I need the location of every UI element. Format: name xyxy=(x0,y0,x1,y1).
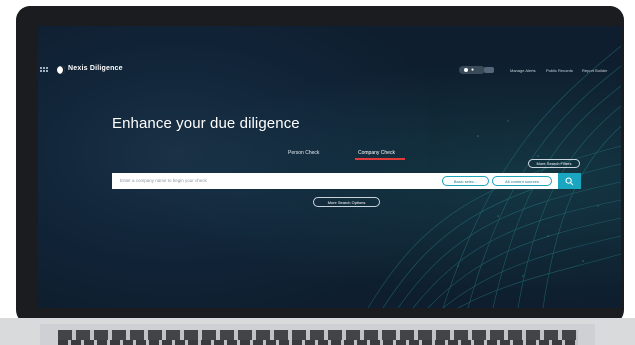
content-sources-label: All content sources xyxy=(505,179,539,184)
nav-report-builder[interactable]: Report Builder xyxy=(582,68,608,73)
logo-icon[interactable] xyxy=(57,66,65,74)
page-title: Enhance your due diligence xyxy=(112,115,300,132)
active-tab-indicator xyxy=(355,158,405,160)
grid-menu-icon[interactable] xyxy=(40,67,48,74)
search-bar: Enter a company name to begin your check… xyxy=(112,173,558,189)
more-search-filters-button[interactable]: More Search Filters xyxy=(528,159,580,168)
search-icon xyxy=(565,177,574,186)
tab-company-check[interactable]: Company Check xyxy=(358,150,395,156)
brand-name[interactable]: Nexis Diligence xyxy=(68,65,123,72)
basic-select-dropdown[interactable]: Basic selec... xyxy=(442,176,489,186)
more-search-options-label: More Search Options xyxy=(327,200,366,205)
content-sources-dropdown[interactable]: All content sources xyxy=(492,176,552,186)
more-search-filters-label: More Search Filters xyxy=(536,161,572,166)
search-input[interactable]: Enter a company name to begin your check xyxy=(120,178,207,183)
search-button[interactable] xyxy=(558,173,581,189)
theme-toggle-icon[interactable]: ● xyxy=(459,66,485,74)
tab-person-check[interactable]: Person Check xyxy=(288,150,319,156)
nav-public-records[interactable]: Public Records xyxy=(546,68,573,73)
nav-manage-alerts[interactable]: Manage Alerts xyxy=(510,68,536,73)
basic-select-label: Basic selec... xyxy=(453,179,478,184)
more-search-options-button[interactable]: More Search Options xyxy=(313,197,380,207)
toggle-knob xyxy=(464,68,468,72)
keyboard-row-lower xyxy=(58,340,578,345)
toggle-badge xyxy=(484,67,494,73)
moon-icon: ● xyxy=(471,67,475,73)
